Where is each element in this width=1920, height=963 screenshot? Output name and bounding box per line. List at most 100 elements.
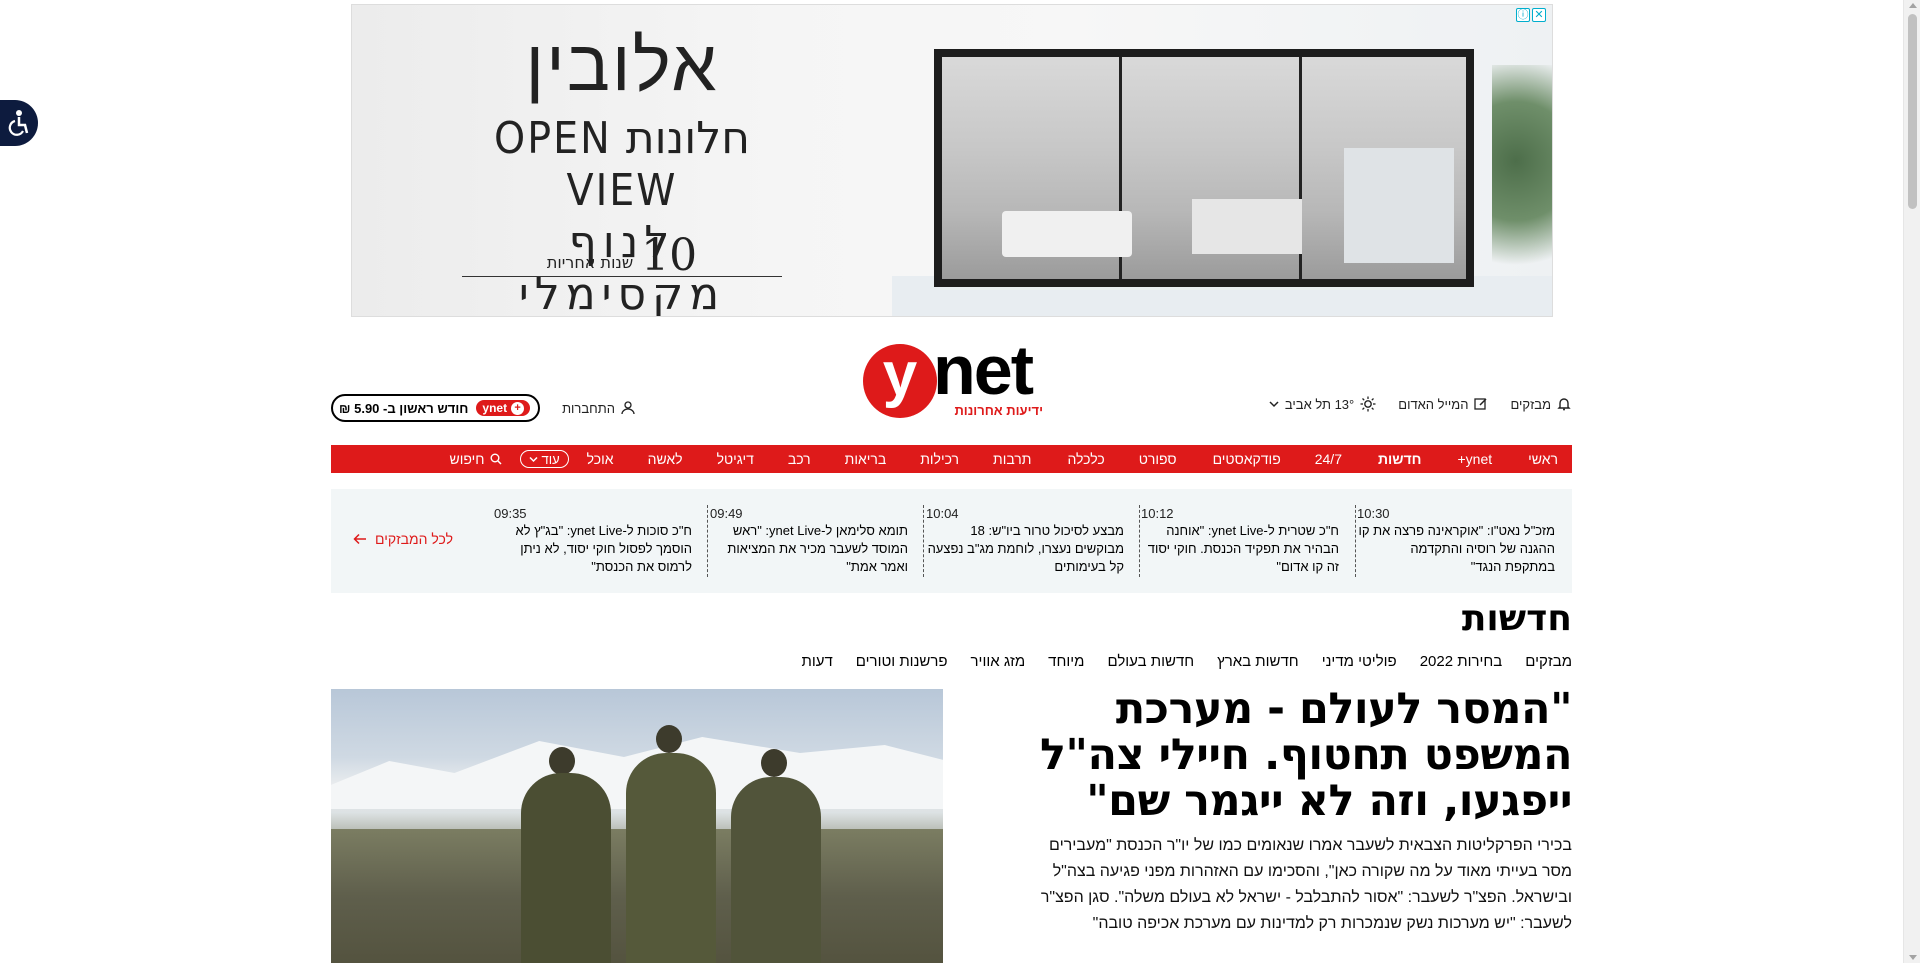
ad-warranty: 10 שנות אחריות bbox=[462, 230, 782, 281]
subnav-item[interactable]: מבזקים bbox=[1525, 653, 1572, 670]
flash-item[interactable]: 10:12 ח"כ שטרית ל-ynet Live: "אוחנה הבהי… bbox=[1141, 506, 1339, 576]
main-nav: ראשי ynet+ חדשות 24/7 פודקאסטים ספורט כלכלה תרב… bbox=[331, 445, 1572, 473]
breaking-news-strip: 10:30 מזכ"ל נאט"ו: "אוקראינה פרצה את קו … bbox=[331, 489, 1572, 593]
subnav-item[interactable]: חדשות בארץ bbox=[1217, 653, 1299, 670]
soldier-figure bbox=[626, 753, 716, 963]
nav-item[interactable]: ynet+ bbox=[1457, 451, 1492, 467]
subnav-item[interactable]: דעות bbox=[801, 653, 832, 670]
arrow-left-icon bbox=[353, 533, 366, 545]
scroll-down-icon[interactable] bbox=[1909, 955, 1917, 960]
nav-item[interactable]: ספורט bbox=[1139, 451, 1177, 467]
plus-icon: + bbox=[511, 401, 525, 415]
flash-text: מבצע לסיכול טרור ביו"ש: 18 מבוקשים נעצרו… bbox=[927, 523, 1124, 574]
main-nav-items: ראשי ynet+ חדשות 24/7 פודקאסטים ספורט כלכלה תרב… bbox=[587, 451, 1558, 467]
subscribe-button[interactable]: ynet + חודש ראשון ב- 5.90 ₪ bbox=[331, 394, 541, 422]
soldier-head bbox=[761, 749, 787, 777]
subnav-item[interactable]: בחירות 2022 bbox=[1420, 653, 1503, 670]
flash-divider bbox=[1355, 505, 1356, 577]
soldier-head bbox=[656, 725, 682, 753]
site-header: מבזקים המייל האדום 13° תל אביב y net ידי… bbox=[331, 332, 1571, 422]
nav-item[interactable]: פודקאסטים bbox=[1213, 451, 1281, 467]
search-button[interactable]: חיפוש bbox=[450, 451, 502, 467]
accessibility-button[interactable] bbox=[0, 100, 38, 146]
login-link[interactable]: התחברות bbox=[562, 401, 635, 416]
ad-brand: אלובין bbox=[525, 23, 719, 107]
header-account: ynet + חודש ראשון ב- 5.90 ₪ התחברות bbox=[331, 394, 635, 422]
soldier-figure bbox=[521, 773, 611, 963]
logo-tagline: ידיעות אחרונות bbox=[954, 403, 1043, 418]
flash-time: 10:12 bbox=[1141, 506, 1174, 521]
subnav-item[interactable]: פרשנות וטורים bbox=[856, 653, 948, 670]
subnav-item[interactable]: מזג אוויר bbox=[971, 653, 1026, 670]
main-summary[interactable]: בכירי הפרקליטות הצבאית לשעבר אמרו שנאומי… bbox=[1032, 833, 1572, 937]
flash-time: 10:04 bbox=[926, 506, 959, 521]
edit-icon bbox=[1474, 398, 1488, 410]
ad-info-icon[interactable]: ⓘ bbox=[1516, 8, 1530, 22]
chevron-down-icon bbox=[528, 456, 538, 462]
flash-text: ח"כ סוכות ל-ynet Live: "בג"ץ לא הוסמך לפ… bbox=[515, 523, 692, 574]
counter-shape bbox=[1192, 199, 1302, 254]
subnav-item[interactable]: פוליטי מדיני bbox=[1322, 653, 1397, 670]
search-icon bbox=[490, 453, 502, 465]
nav-item[interactable]: ראשי bbox=[1528, 451, 1558, 467]
ynet-logo[interactable]: y net ידיעות אחרונות bbox=[863, 332, 1043, 420]
nav-item[interactable]: לאשה bbox=[648, 451, 683, 467]
nav-item[interactable]: כלכלה bbox=[1067, 451, 1104, 467]
section-subnav: מבזקים בחירות 2022 פוליטי מדיני חדשות בארץ ח… bbox=[778, 653, 1572, 670]
flash-item[interactable]: 09:35 ח"כ סוכות ל-ynet Live: "בג"ץ לא הו… bbox=[494, 506, 692, 576]
flash-time: 09:35 bbox=[494, 506, 527, 521]
sun-icon bbox=[1360, 396, 1376, 412]
more-label: עוד bbox=[541, 451, 560, 467]
nav-item[interactable]: תרבות bbox=[993, 451, 1031, 467]
flash-text: ח"כ שטרית ל-ynet Live: "אוחנה הבהיר את ת… bbox=[1147, 523, 1339, 574]
bell-icon bbox=[1557, 398, 1571, 411]
all-flashes-link[interactable]: לכל המבזקים bbox=[353, 531, 453, 547]
flash-divider bbox=[923, 505, 924, 577]
nav-item[interactable]: רכילות bbox=[920, 451, 959, 467]
ad-banner[interactable]: ⓘ ✕ אלובין חלונות OPEN VIEW לנוף מקסימלי… bbox=[351, 4, 1553, 317]
ad-warranty-number: 10 bbox=[641, 230, 698, 281]
red-mail-link[interactable]: המייל האדום bbox=[1398, 397, 1488, 412]
flash-divider bbox=[707, 505, 708, 577]
flash-item[interactable]: 10:30 מזכ"ל נאט"ו: "אוקראינה פרצה את קו … bbox=[1357, 506, 1555, 576]
login-label: התחברות bbox=[562, 400, 615, 416]
nav-item[interactable]: חדשות bbox=[1378, 451, 1422, 467]
flash-item[interactable]: 09:49 תומא סלימאן ל-ynet Live: "ראש המוס… bbox=[710, 506, 908, 576]
flash-divider bbox=[1139, 505, 1140, 577]
logo-wordmark: net bbox=[933, 331, 1034, 409]
soldier-figure bbox=[731, 777, 821, 963]
flashes-link[interactable]: מבזקים bbox=[1510, 397, 1571, 412]
kitchen-shape bbox=[1344, 148, 1454, 263]
nav-item[interactable]: בריאות bbox=[845, 451, 887, 467]
search-label: חיפוש bbox=[449, 451, 485, 467]
subnav-item[interactable]: מיוחד bbox=[1048, 653, 1084, 670]
nav-item[interactable]: 24/7 bbox=[1315, 451, 1342, 467]
flash-text: מזכ"ל נאט"ו: "אוקראינה פרצה את קו ההגנה … bbox=[1358, 523, 1555, 574]
logo-circle: y bbox=[863, 344, 937, 418]
ad-headline: חלונות OPEN VIEW bbox=[462, 113, 782, 217]
flash-time: 10:30 bbox=[1357, 506, 1390, 521]
flash-item[interactable]: 10:04 מבצע לסיכול טרור ביו"ש: 18 מבוקשים… bbox=[926, 506, 1124, 576]
nav-item[interactable]: דיגיטל bbox=[717, 451, 754, 467]
more-menu-button[interactable]: עוד bbox=[519, 450, 569, 468]
logo-letter: y bbox=[882, 340, 918, 409]
subnav-item[interactable]: חדשות בעולם bbox=[1107, 653, 1194, 670]
accessibility-icon bbox=[8, 110, 29, 136]
subscribe-pill: ynet + bbox=[476, 400, 531, 416]
nav-item[interactable]: אוכל bbox=[587, 451, 614, 467]
nav-item[interactable]: רכב bbox=[788, 451, 811, 467]
subscribe-text: חודש ראשון ב- 5.90 ₪ bbox=[339, 400, 469, 416]
section-title: חדשות bbox=[1461, 598, 1572, 639]
weather-widget[interactable]: 13° תל אביב bbox=[1269, 396, 1376, 412]
soldier-head bbox=[549, 747, 575, 775]
ad-warranty-text: שנות אחריות bbox=[546, 253, 634, 272]
ad-product-image bbox=[934, 49, 1474, 287]
main-story-image[interactable] bbox=[331, 689, 943, 963]
chevron-down-icon bbox=[1269, 401, 1279, 408]
scroll-up-icon[interactable] bbox=[1909, 3, 1917, 8]
all-flashes-label: לכל המבזקים bbox=[375, 531, 454, 547]
page-scrollbar[interactable] bbox=[1903, 0, 1920, 963]
ad-close-icon[interactable]: ✕ bbox=[1532, 8, 1546, 22]
main-headline[interactable]: "המסר לעולם - מערכת המשפט תחטוף. חיילי צ… bbox=[1032, 686, 1572, 824]
scrollbar-thumb[interactable] bbox=[1908, 14, 1917, 209]
